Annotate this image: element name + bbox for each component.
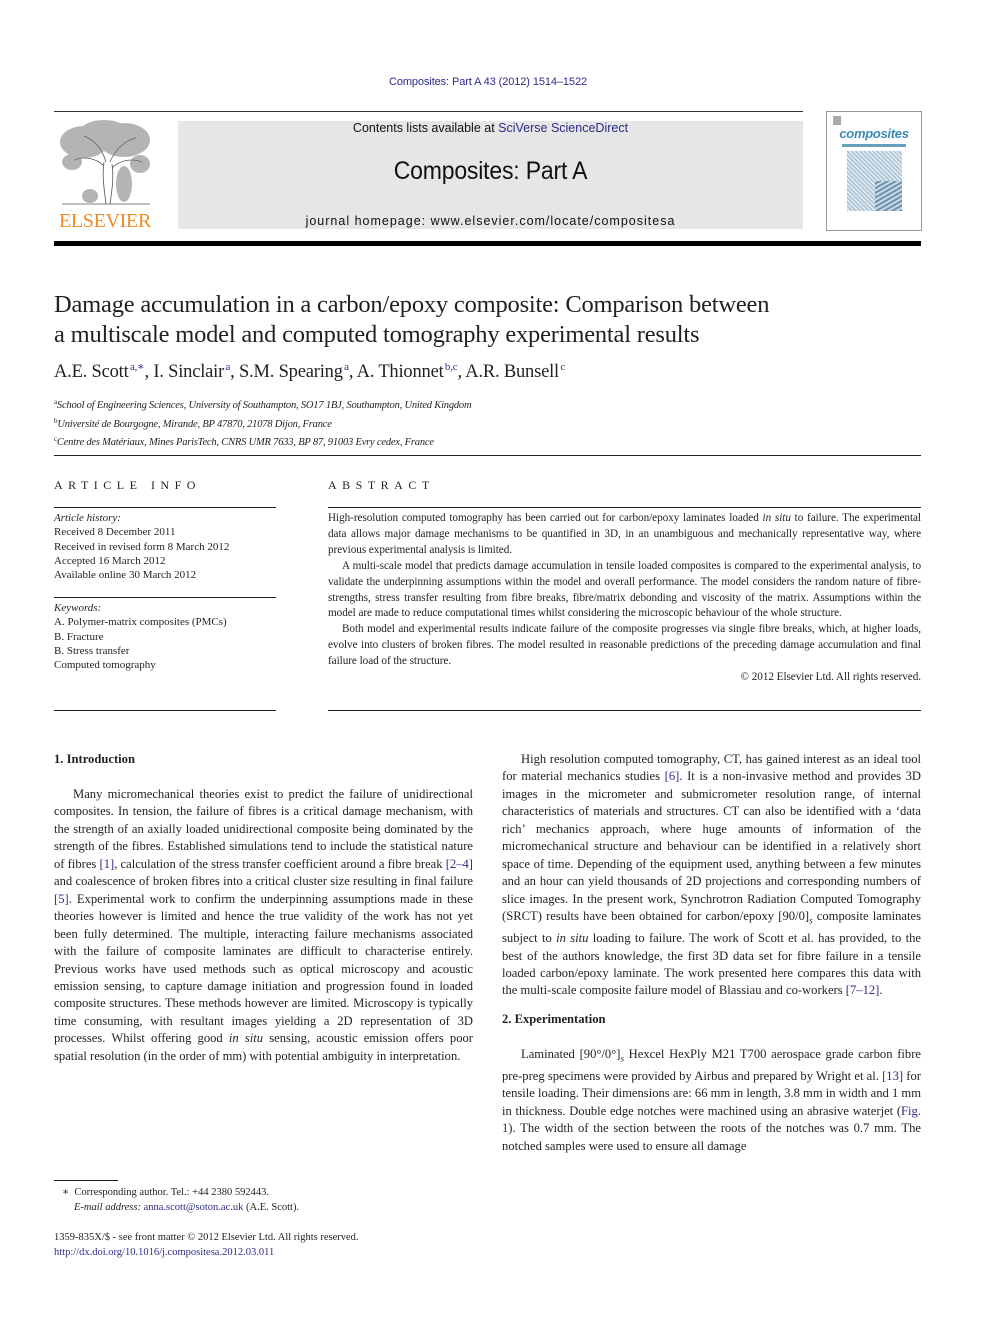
journal-banner: Contents lists available at SciVerse Sci… — [178, 121, 803, 229]
history-label: Article history: — [54, 512, 121, 524]
abstract-paragraph: A multi-scale model that predicts damage… — [328, 559, 921, 620]
footnote-text: (A.E. Scott). — [243, 1201, 300, 1213]
affiliation: cCentre des Matériaux, Mines ParisTech, … — [54, 432, 471, 451]
affiliation-list: aSchool of Engineering Sciences, Univers… — [54, 395, 472, 451]
divider — [54, 597, 276, 598]
abstract-body: High-resolution computed tomography has … — [328, 511, 921, 686]
body-paragraph: Laminated [90°/0°]s Hexcel HexPly M21 T7… — [502, 1046, 921, 1155]
email-label: E-mail address: — [74, 1201, 141, 1213]
text: ). The width of the section between the … — [502, 1121, 921, 1153]
divider — [54, 507, 276, 508]
text: . It is a non-invasive method and provid… — [502, 769, 922, 924]
keywords: Keywords: A. Polymer-matrix composites (… — [54, 601, 227, 672]
header-bottom-rule — [54, 241, 921, 246]
history-item: Received in revised form 8 March 2012 — [54, 540, 230, 553]
journal-homepage[interactable]: journal homepage: www.elsevier.com/locat… — [178, 214, 803, 228]
divider — [54, 710, 276, 711]
corresponding-author-footnote: ∗ Corresponding author. Tel.: +44 2380 5… — [54, 1186, 299, 1215]
text: . — [879, 983, 883, 998]
citation-link[interactable]: [1] — [100, 857, 115, 871]
author-affil-link[interactable]: a — [225, 361, 230, 373]
citation-link[interactable]: [2–4] — [446, 857, 473, 871]
text: Laminated [90°/0°] — [521, 1046, 621, 1061]
publisher-name: ELSEVIER — [58, 210, 152, 232]
emphasis: in situ — [762, 512, 791, 524]
contents-available: Contents lists available at SciVerse Sci… — [178, 121, 803, 135]
text: High-resolution computed tomography has … — [328, 512, 763, 524]
title-line-1: Damage accumulation in a carbon/epoxy co… — [54, 291, 770, 318]
citation-link[interactable]: [6] — [665, 769, 680, 783]
keyword: A. Polymer-matrix composites (PMCs) — [54, 616, 227, 629]
citation-link[interactable]: [7–12] — [846, 983, 880, 997]
author-affil-link[interactable]: b,c — [445, 361, 458, 373]
sciencedirect-link[interactable]: SciVerse ScienceDirect — [498, 121, 628, 135]
contents-prefix: Contents lists available at — [352, 121, 499, 135]
title-line-2: a multiscale model and computed tomograp… — [54, 321, 700, 348]
affiliation: aSchool of Engineering Sciences, Univers… — [54, 395, 472, 414]
history-item: Accepted 16 March 2012 — [54, 554, 166, 567]
doi-link[interactable]: http://dx.doi.org/10.1016/j.compositesa.… — [54, 1247, 274, 1258]
author-name: A.R. Bunsell — [465, 362, 559, 382]
author-affil-link[interactable]: c — [560, 361, 565, 373]
header-top-rule — [54, 111, 803, 112]
footnote-mark: ∗ — [62, 1187, 70, 1198]
cover-publisher-icon — [833, 116, 841, 125]
text: and coalescence of broken fibres into a … — [54, 874, 473, 889]
keywords-label: Keywords: — [54, 602, 102, 614]
text: . Experimental work to confirm the under… — [54, 891, 473, 1046]
copyright-notice: © 2012 Elsevier Ltd. All rights reserved… — [740, 671, 922, 684]
history-item: Received 8 December 2011 — [54, 526, 176, 539]
keyword: B. Stress transfer — [54, 644, 130, 657]
keyword: Computed tomography — [54, 659, 156, 672]
article-title: Damage accumulation in a carbon/epoxy co… — [54, 290, 934, 350]
journal-title: Composites: Part A — [393, 157, 588, 185]
elsevier-logo[interactable]: ELSEVIER — [54, 118, 156, 234]
footnote-email-line: E-mail address: anna.scott@soton.ac.uk (… — [54, 1201, 299, 1216]
affiliation: bUniversité de Bourgogne, Mirande, BP 47… — [54, 414, 471, 433]
body-paragraph: Many micromechanical theories exist to p… — [54, 786, 473, 1065]
article-info-heading: ARTICLE INFO — [54, 478, 201, 492]
abstract-heading: ABSTRACT — [328, 478, 435, 492]
running-head-citation[interactable]: Composites: Part A 43 (2012) 1514–1522 — [0, 76, 976, 88]
author-affil-link[interactable]: a — [344, 361, 349, 373]
email-link[interactable]: anna.scott@soton.ac.uk — [144, 1202, 244, 1213]
affiliation-text: Centre des Matériaux, Mines ParisTech, C… — [56, 437, 434, 449]
author-name: A.E. Scott — [54, 362, 129, 382]
divider — [328, 710, 921, 711]
author-name: A. Thionnet — [356, 362, 444, 382]
author-list: A.E. Scott a,∗, I. Sinclair a, S.M. Spea… — [54, 361, 566, 382]
cover-title: composites — [839, 126, 909, 141]
author-affil-link[interactable]: a,∗ — [130, 361, 145, 373]
emphasis: in situ — [556, 931, 589, 946]
right-column: High resolution computed tomography, CT,… — [502, 751, 921, 1155]
abstract-paragraph: Both model and experimental results indi… — [328, 623, 921, 668]
section-heading-experimentation: 2. Experimentation — [502, 1011, 606, 1026]
affiliation-text: Université de Bourgogne, Mirande, BP 478… — [57, 418, 332, 430]
author-name: S.M. Spearing — [238, 362, 343, 382]
emphasis: in situ — [228, 1031, 264, 1046]
text: , calculation of the stress transfer coe… — [114, 856, 446, 871]
citation-link[interactable]: [13] — [882, 1069, 903, 1083]
body-paragraph: High resolution computed tomography, CT,… — [502, 751, 921, 1000]
footnote-line: ∗ Corresponding author. Tel.: +44 2380 5… — [54, 1186, 299, 1201]
journal-cover-thumbnail[interactable]: composites — [826, 111, 922, 231]
affiliation-text: School of Engineering Sciences, Universi… — [56, 400, 472, 411]
cover-image-icon — [847, 151, 902, 211]
section-heading-introduction: 1. Introduction — [54, 752, 135, 766]
cover-subtitle-bar — [842, 144, 906, 147]
article-history: Article history: Received 8 December 201… — [54, 511, 229, 582]
history-item: Available online 30 March 2012 — [54, 569, 197, 582]
author-name: I. Sinclair — [153, 362, 225, 382]
keyword: B. Fracture — [54, 630, 104, 643]
footnote-text: Corresponding author. Tel.: +44 2380 592… — [74, 1187, 269, 1198]
divider — [328, 507, 921, 508]
divider — [54, 455, 921, 456]
elsevier-tree-icon — [60, 120, 150, 205]
left-column: 1. Introduction Many micromechanical the… — [54, 751, 473, 1065]
footnote-rule — [54, 1180, 118, 1181]
citation-link[interactable]: [5] — [54, 892, 69, 906]
issn-line: 1359-835X/$ - see front matter © 2012 El… — [54, 1232, 359, 1243]
issn-block: 1359-835X/$ - see front matter © 2012 El… — [54, 1231, 359, 1260]
abstract-paragraph: High-resolution computed tomography has … — [328, 511, 921, 559]
